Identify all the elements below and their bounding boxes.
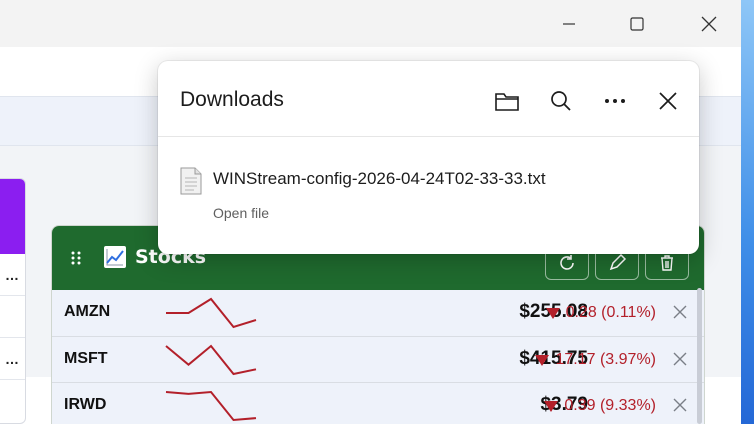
close-window-button[interactable] bbox=[685, 0, 733, 47]
stock-row-irwd[interactable]: IRWD $3.79 0.39 (9.33%) bbox=[52, 382, 704, 424]
open-file-link[interactable]: Open file bbox=[213, 205, 269, 221]
search-downloads-button[interactable] bbox=[545, 85, 577, 117]
stock-symbol: MSFT bbox=[64, 350, 108, 367]
sparkline-path bbox=[166, 297, 257, 329]
maximize-button[interactable] bbox=[613, 0, 661, 47]
close-icon bbox=[659, 92, 677, 110]
minimize-icon bbox=[563, 22, 575, 25]
down-arrow-icon bbox=[535, 355, 550, 366]
left-widget-card: … … bbox=[0, 178, 26, 424]
left-widget-row bbox=[0, 296, 25, 338]
download-file-name[interactable]: WINStream-config-2026-04-24T02-33-33.txt bbox=[213, 169, 546, 189]
stock-row-msft[interactable]: MSFT $415.75 17.17 (3.97%) bbox=[52, 336, 704, 382]
stock-change: 0.39 (9.33%) bbox=[564, 397, 656, 414]
trash-icon bbox=[661, 255, 673, 271]
stock-sparkline bbox=[165, 390, 257, 422]
refresh-icon bbox=[560, 255, 574, 270]
left-widget-row: … bbox=[0, 254, 25, 296]
stock-change: 0.28 (0.11%) bbox=[565, 304, 656, 321]
minimize-button[interactable] bbox=[545, 0, 593, 47]
more-icon bbox=[605, 99, 625, 103]
down-arrow-icon bbox=[545, 308, 560, 319]
more-options-button[interactable] bbox=[599, 85, 631, 117]
downloads-panel: Downloads WINStream-config-2026-04-24T02… bbox=[158, 61, 699, 254]
text-file-icon bbox=[180, 167, 202, 195]
sparkline-path bbox=[165, 390, 257, 422]
folder-icon bbox=[495, 93, 519, 111]
sparkline-path bbox=[165, 344, 257, 376]
stocks-scrollbar[interactable] bbox=[697, 288, 702, 424]
remove-stock-icon[interactable] bbox=[672, 397, 688, 413]
stock-sparkline bbox=[166, 297, 257, 329]
stock-row-amzn[interactable]: AMZN $255.08 0.28 (0.11%) bbox=[52, 290, 704, 336]
chart-increasing-icon bbox=[104, 246, 126, 268]
downloads-title: Downloads bbox=[180, 88, 284, 111]
remove-stock-icon[interactable] bbox=[672, 351, 688, 367]
close-icon bbox=[701, 16, 717, 31]
stock-symbol: IRWD bbox=[64, 396, 107, 413]
stocks-widget: Stocks AMZN $255.08 0.28 (0.11%) MSFT $415.7… bbox=[51, 225, 705, 424]
title-bar bbox=[0, 0, 741, 47]
remove-stock-icon[interactable] bbox=[672, 304, 688, 320]
down-arrow-icon bbox=[544, 401, 559, 412]
drag-handle-icon[interactable] bbox=[70, 250, 82, 266]
downloads-divider bbox=[158, 136, 699, 137]
pencil-icon bbox=[609, 253, 627, 271]
left-widget-header bbox=[0, 179, 25, 254]
stock-change: 17.17 (3.97%) bbox=[555, 351, 656, 368]
search-icon bbox=[551, 91, 571, 111]
stock-list: AMZN $255.08 0.28 (0.11%) MSFT $415.75 17.17 … bbox=[52, 290, 704, 424]
maximize-icon bbox=[630, 16, 644, 31]
stock-sparkline bbox=[165, 344, 257, 376]
stock-symbol: AMZN bbox=[64, 303, 111, 320]
left-widget-row: … bbox=[0, 338, 25, 380]
open-downloads-folder-button[interactable] bbox=[491, 85, 523, 117]
close-downloads-button[interactable] bbox=[652, 85, 684, 117]
